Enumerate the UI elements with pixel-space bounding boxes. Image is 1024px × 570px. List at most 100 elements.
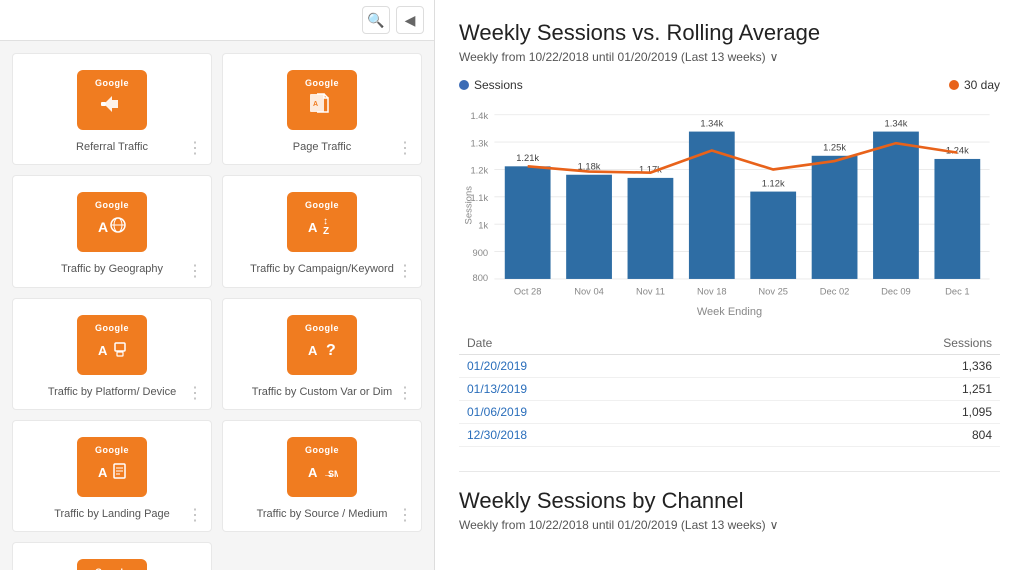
platform-icon: A (96, 335, 128, 367)
card-title-campaign: Traffic by Campaign/Keyword (250, 262, 394, 276)
col-date: Date (459, 332, 751, 355)
card-icon-wrap: Google A (77, 192, 147, 252)
svg-text:A: A (308, 465, 318, 480)
cell-date: 01/13/2019 (459, 378, 751, 401)
card-source-label: Google (95, 445, 129, 455)
cell-sessions: 1,336 (751, 355, 1000, 378)
svg-text:Dec 1­: Dec 1­ (945, 286, 969, 297)
chart-container: 1.4k 1.3k 1.2k 1.1k 1k 900 800 Sessions … (459, 100, 1000, 300)
bar-chart: 1.4k 1.3k 1.2k 1.1k 1k 900 800 Sessions … (459, 100, 1000, 300)
card-icon-wrap: Google A ↕ Z (287, 192, 357, 252)
table-row: 01/13/20191,251 (459, 378, 1000, 401)
source-icon: A → SM (306, 457, 338, 489)
svg-text:A: A (98, 343, 108, 358)
col-sessions: Sessions (751, 332, 1000, 355)
card-icon-wrap: Google A CG (77, 559, 147, 570)
card-cg[interactable]: Google A CG CG Traffic ⋮ (12, 542, 212, 570)
rolling-dot (949, 80, 959, 90)
svg-text:Nov 04: Nov 04 (574, 286, 604, 297)
channel-title: Weekly Sessions by Channel (459, 488, 1000, 514)
card-referral-traffic[interactable]: Google Referral Traffic ⋮ (12, 53, 212, 165)
card-menu-dots[interactable]: ⋮ (187, 505, 203, 525)
page-icon: A (307, 90, 337, 122)
cell-sessions: 804 (751, 424, 1000, 447)
card-title-page: Page Traffic (293, 140, 352, 154)
bar-nov11 (628, 178, 674, 279)
card-menu-dots[interactable]: ⋮ (397, 261, 413, 281)
svg-text:1.25k: 1.25k (823, 141, 846, 152)
card-title-geo: Traffic by Geography (61, 262, 163, 276)
campaign-icon: A ↕ Z (306, 212, 338, 244)
card-menu-dots[interactable]: ⋮ (187, 261, 203, 281)
card-source-label: Google (305, 445, 339, 455)
bar-dec02 (812, 156, 858, 279)
subtitle-chevron[interactable]: ∨ (770, 50, 779, 64)
card-custom[interactable]: Google A ? Traffic by Custom Var or Dim … (222, 298, 422, 410)
svg-text:1.12k: 1.12k (762, 177, 785, 188)
svg-text:Nov 25: Nov 25 (758, 286, 788, 297)
card-landing[interactable]: Google A Traffic by Landing Page ⋮ (12, 420, 212, 532)
cell-date: 12/30/2018 (459, 424, 751, 447)
svg-text:?: ? (326, 342, 336, 359)
svg-text:Nov 18: Nov 18 (697, 286, 727, 297)
card-source-label: Google (305, 78, 339, 88)
card-menu-dots[interactable]: ⋮ (397, 505, 413, 525)
cell-date: 01/20/2019 (459, 355, 751, 378)
card-menu-dots[interactable]: ⋮ (397, 383, 413, 403)
geo-icon: A (96, 212, 128, 244)
card-menu-dots[interactable]: ⋮ (397, 138, 413, 158)
bar-dec09 (873, 132, 919, 279)
channel-chevron[interactable]: ∨ (770, 518, 779, 532)
top-bar: 🔍 ◀ (0, 0, 434, 41)
svg-text:Sessions: Sessions (463, 186, 474, 225)
cell-sessions: 1,095 (751, 401, 1000, 424)
sessions-legend: Sessions (459, 78, 523, 92)
card-title-referral: Referral Traffic (76, 140, 148, 154)
search-icon[interactable]: 🔍 (362, 6, 390, 34)
landing-icon: A (96, 457, 128, 489)
svg-text:Dec 09: Dec 09 (881, 286, 911, 297)
svg-text:Oct 28: Oct 28 (514, 286, 542, 297)
svg-text:A: A (98, 465, 108, 480)
card-page-traffic[interactable]: Google A Page Traffic ⋮ (222, 53, 422, 165)
referral-icon (98, 90, 126, 122)
card-icon-wrap: Google A → SM (287, 437, 357, 497)
cell-date: 01/06/2019 (459, 401, 751, 424)
bar-nov04 (566, 175, 612, 279)
card-source-medium[interactable]: Google A → SM Traffic by Source / Medium… (222, 420, 422, 532)
svg-text:Nov 11: Nov 11 (636, 286, 665, 297)
sessions-table: Date Sessions 01/20/20191,33601/13/20191… (459, 332, 1000, 447)
svg-text:A: A (308, 343, 318, 358)
svg-text:1.4k: 1.4k (470, 110, 488, 121)
card-title-custom: Traffic by Custom Var or Dim (252, 385, 392, 399)
custom-icon: A ? (306, 335, 338, 367)
card-title-landing: Traffic by Landing Page (54, 507, 170, 521)
left-panel: 🔍 ◀ Google Referral Traffic ⋮ Google (0, 0, 435, 570)
card-platform[interactable]: Google A Traffic by Platform/ Device ⋮ (12, 298, 212, 410)
table-row: 12/30/2018804 (459, 424, 1000, 447)
card-icon-wrap: Google A ? (287, 315, 357, 375)
card-source-label: Google (95, 78, 129, 88)
back-icon[interactable]: ◀ (396, 6, 424, 34)
svg-text:1.21k: 1.21k (516, 152, 539, 163)
chart-title: Weekly Sessions vs. Rolling Average (459, 20, 1000, 46)
card-icon-wrap: Google A (77, 437, 147, 497)
table-row: 01/20/20191,336 (459, 355, 1000, 378)
bar-dec16 (934, 159, 980, 279)
card-menu-dots[interactable]: ⋮ (187, 138, 203, 158)
svg-text:1.3k: 1.3k (470, 137, 488, 148)
svg-text:Z: Z (323, 226, 329, 237)
card-icon-wrap: Google (77, 70, 147, 130)
card-geography[interactable]: Google A Traffic by Geography ⋮ (12, 175, 212, 287)
card-icon-wrap: Google A (287, 70, 357, 130)
bar-nov25 (750, 192, 796, 279)
card-source-label: Google (305, 200, 339, 210)
bar-nov18 (689, 132, 735, 279)
card-campaign[interactable]: Google A ↕ Z Traffic by Campaign/Keyword… (222, 175, 422, 287)
svg-text:1.34k: 1.34k (885, 117, 908, 128)
card-source-label: Google (95, 323, 129, 333)
card-source-label: Google (95, 200, 129, 210)
card-source-label: Google (305, 323, 339, 333)
svg-text:A: A (313, 101, 318, 108)
card-menu-dots[interactable]: ⋮ (187, 383, 203, 403)
